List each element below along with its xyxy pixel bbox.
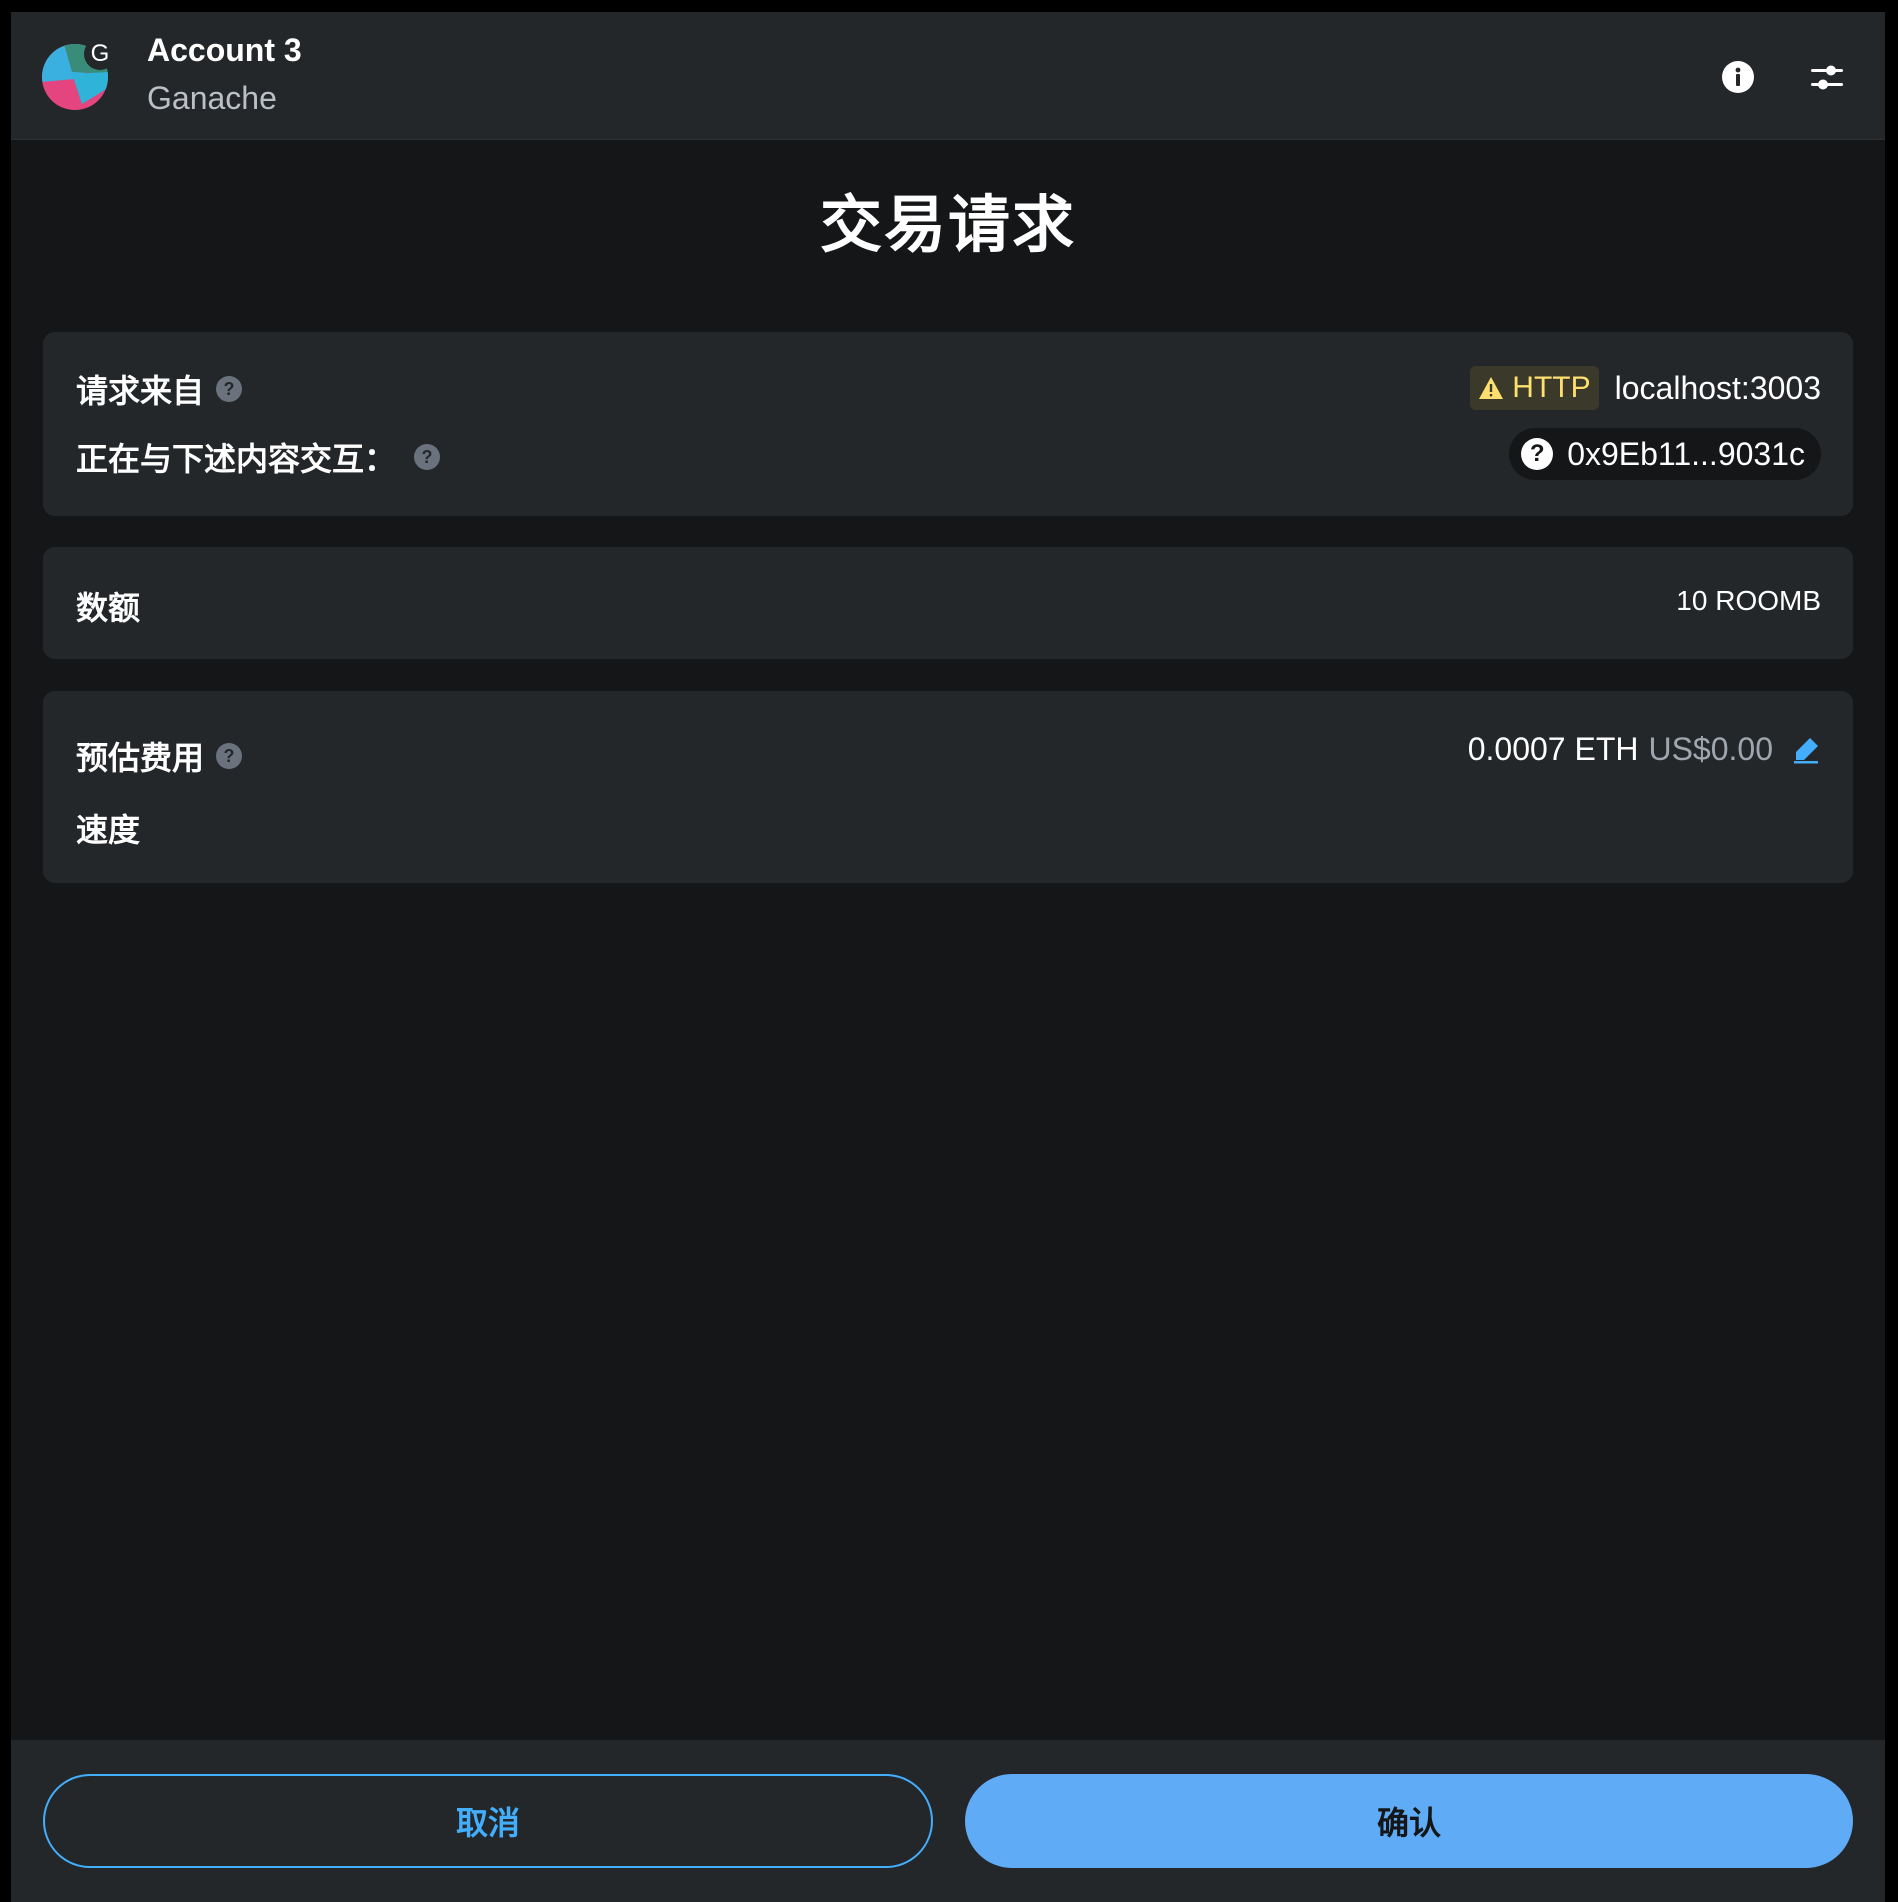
- interacting-label: 正在与下述内容交互：: [76, 441, 397, 477]
- page-title: 交易请求: [819, 191, 1076, 260]
- speed-label: 速度: [76, 812, 141, 848]
- http-label: HTTP: [1512, 371, 1591, 404]
- confirmation-window: G Account 3 Ganache 交易请求 请求来自 ? HTTP loc…: [11, 12, 1885, 1902]
- cancel-button[interactable]: 取消: [43, 1774, 933, 1868]
- fee-usd-value: US$0.00: [1648, 731, 1773, 767]
- edit-fee-button[interactable]: [1791, 735, 1821, 765]
- amount-label: 数额: [76, 590, 141, 626]
- info-icon: [1722, 61, 1754, 93]
- sliders-icon: [1811, 65, 1843, 90]
- account-header: G Account 3 Ganache: [11, 12, 1885, 140]
- interacting-help-icon[interactable]: ?: [414, 444, 441, 470]
- gas-fee-card: 预估费用 ? 0.0007 ETH US$0.00 速度: [43, 691, 1853, 883]
- origin-label: 请求来自: [76, 373, 205, 409]
- warning-icon: [1479, 377, 1504, 399]
- amount-card: 数额 10 ROOMB: [43, 547, 1853, 659]
- fee-value-group: 0.0007 ETH US$0.00: [1468, 731, 1821, 768]
- fee-row-label: 预估费用 ?: [76, 733, 243, 779]
- confirm-button[interactable]: 确认: [965, 1774, 1853, 1868]
- fee-eth-value: 0.0007 ETH: [1467, 731, 1639, 767]
- contract-address: 0x9Eb11...9031c: [1567, 435, 1805, 472]
- http-warning-badge: HTTP: [1470, 366, 1599, 410]
- estimated-fee-label: 预估费用: [76, 740, 205, 776]
- unknown-contract-icon: ?: [1521, 438, 1554, 470]
- origin-row-label: 请求来自 ?: [76, 366, 243, 412]
- settings-button[interactable]: [1806, 56, 1848, 98]
- amount-value-group: 10 ROOMB: [1676, 585, 1821, 617]
- pencil-icon: [1794, 737, 1818, 763]
- request-origin-card: 请求来自 ? HTTP localhost:3003 正在与下述内容交互： ? …: [43, 332, 1853, 516]
- origin-help-icon[interactable]: ?: [216, 376, 243, 402]
- network-name: Ganache: [147, 80, 277, 116]
- contract-address-group: ? 0x9Eb11...9031c: [1509, 428, 1821, 480]
- action-footer: 取消 确认: [11, 1740, 1885, 1902]
- amount-value: 10 ROOMB: [1676, 585, 1821, 616]
- origin-value: localhost:3003: [1614, 369, 1821, 406]
- interacting-row-label: 正在与下述内容交互： ?: [76, 434, 441, 480]
- info-button[interactable]: [1717, 56, 1759, 98]
- fee-help-icon[interactable]: ?: [216, 743, 243, 769]
- network-badge: G: [84, 38, 116, 70]
- account-name[interactable]: Account 3: [147, 32, 302, 69]
- contract-address-pill[interactable]: ? 0x9Eb11...9031c: [1509, 428, 1821, 480]
- origin-value-group: HTTP localhost:3003: [1470, 366, 1821, 410]
